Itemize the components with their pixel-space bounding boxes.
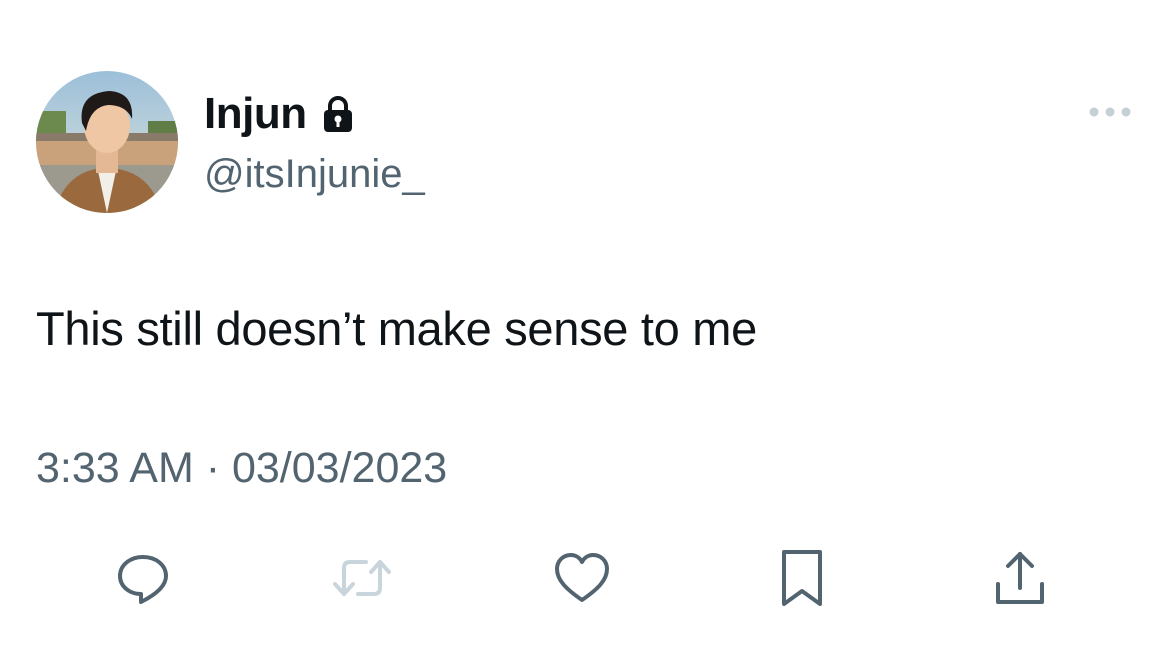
retweet-icon [333,560,391,596]
more-icon [1089,107,1131,117]
display-name[interactable]: Injun [204,88,307,140]
lock-icon [321,94,355,134]
user-handle[interactable]: @itsInjunie_ [204,150,425,198]
more-options-button[interactable] [1082,96,1138,128]
like-button[interactable] [550,546,614,610]
display-name-row: Injun [204,88,355,140]
share-icon [996,552,1044,604]
tweet-timestamp[interactable]: 3:33 AM · 03/03/2023 [36,442,447,494]
tweet-text: This still doesn’t make sense to me [36,302,757,355]
reply-button[interactable] [111,546,175,610]
share-button[interactable] [988,546,1052,610]
bookmark-icon [782,550,822,606]
retweet-button[interactable] [330,546,394,610]
bookmark-button[interactable] [770,546,834,610]
reply-icon [118,555,168,604]
heart-icon [555,553,609,602]
avatar[interactable] [36,71,178,213]
